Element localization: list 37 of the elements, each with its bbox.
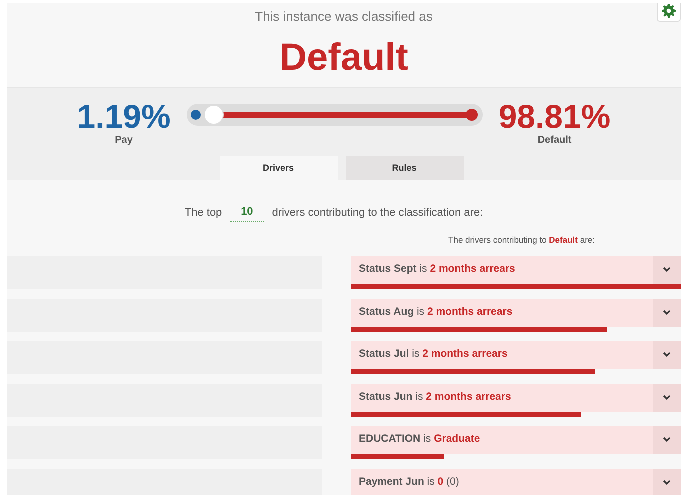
expand-button[interactable] — [653, 256, 681, 284]
driver-text: Status Jun is 2 months arrears — [358, 390, 512, 405]
driver-row[interactable]: EDUCATION is Graduate — [351, 426, 681, 454]
expand-button[interactable] — [653, 468, 681, 495]
count-field[interactable]: 10 — [230, 204, 264, 222]
driver-row[interactable]: Status Aug is 2 months arrears — [351, 298, 681, 327]
slider-thumb[interactable] — [204, 105, 224, 125]
chevron-down-icon — [663, 310, 671, 316]
tab[interactable]: Drivers — [220, 156, 338, 180]
driver-text: Status Jul is 2 months arrears — [358, 347, 509, 362]
default-percentage: 98.81% — [498, 100, 611, 133]
driver-row[interactable]: Status Jul is 2 months arrears — [351, 341, 681, 370]
chevron-down-icon — [663, 352, 671, 358]
chevron-down-icon — [663, 437, 671, 444]
probability-slider[interactable] — [186, 104, 483, 126]
settings-icon — [662, 4, 676, 18]
driver-text: EDUCATION is Graduate — [358, 432, 482, 448]
settings-button[interactable] — [657, 3, 681, 22]
default-label: Default — [538, 134, 572, 148]
intro-text: The top — [184, 206, 222, 220]
drivers-heading: The drivers contributing to Default are: — [448, 234, 595, 246]
driver-row[interactable]: Status Jun is 2 months arrears — [351, 384, 681, 412]
chevron-down-icon — [663, 394, 671, 401]
chevron-down-icon — [663, 267, 671, 274]
classification-label: Default — [280, 38, 408, 76]
driver-row[interactable]: Payment Jun is 0 (0) — [351, 468, 681, 495]
driver-text: Status Aug is 2 months arrears — [358, 304, 514, 320]
driver-row[interactable]: Status Sept is 2 months arrears — [351, 256, 681, 284]
chevron-down-icon — [663, 480, 671, 486]
track-start-dot — [190, 110, 201, 120]
driver-text: Payment Jun is 0 (0) — [358, 474, 460, 490]
tab[interactable]: Rules — [346, 156, 464, 180]
driver-text: Status Sept is 2 months arrears — [358, 262, 516, 278]
caption: This instance was classified as — [255, 8, 433, 26]
intro-text: drivers contributing to the classification are: — [272, 206, 484, 220]
pay-label: Pay — [115, 134, 133, 148]
pay-percentage: 1.19% — [77, 100, 171, 133]
